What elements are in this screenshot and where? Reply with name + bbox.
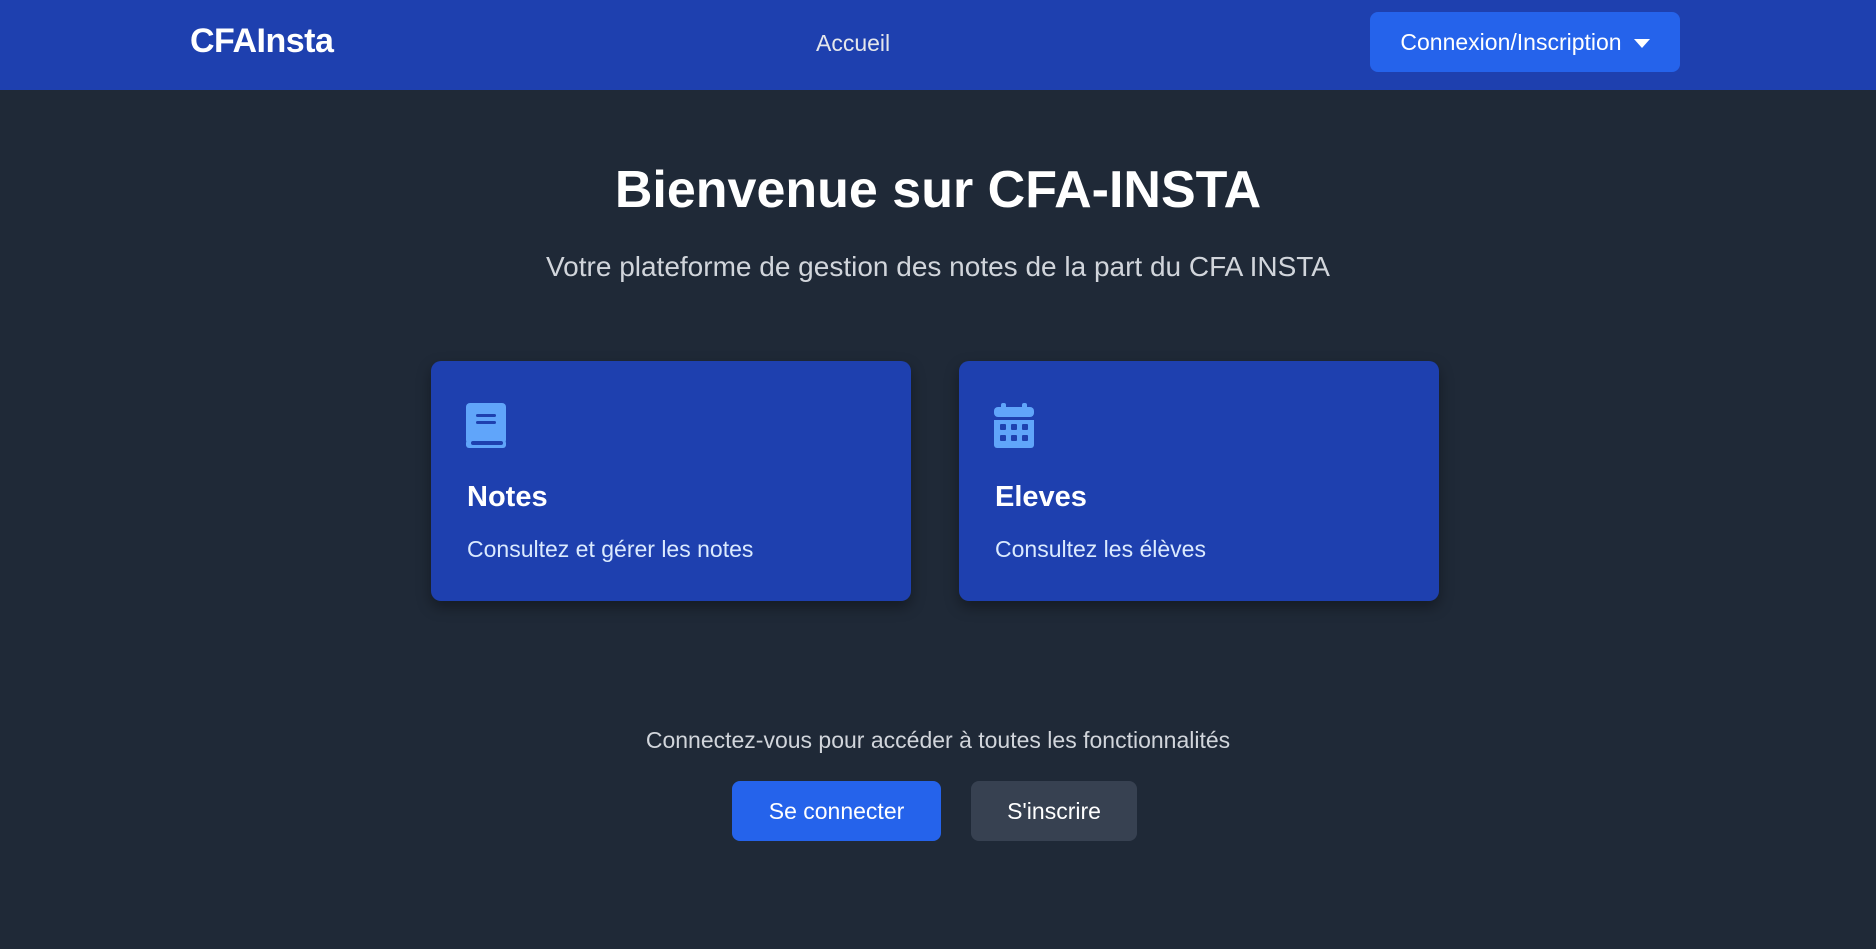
brand-logo[interactable]: CFAInsta	[190, 22, 334, 61]
auth-dropdown-label: Connexion/Inscription	[1400, 28, 1622, 55]
eleves-card-title: Eleves	[995, 481, 1087, 513]
notes-card-title: Notes	[467, 481, 548, 513]
calendar-icon	[994, 403, 1034, 448]
top-navbar: CFAInsta Accueil Connexion/Inscription	[0, 0, 1876, 90]
login-button[interactable]: Se connecter	[732, 781, 941, 841]
auth-dropdown-button[interactable]: Connexion/Inscription	[1370, 12, 1680, 72]
login-prompt-text: Connectez-vous pour accéder à toutes les…	[645, 727, 1231, 753]
register-button[interactable]: S'inscrire	[971, 781, 1137, 841]
notes-card[interactable]: Notes Consultez et gérer les notes	[431, 361, 911, 601]
caret-down-icon	[1633, 38, 1650, 48]
nav-link-accueil[interactable]: Accueil	[816, 30, 890, 57]
book-icon	[466, 403, 506, 448]
eleves-card[interactable]: Eleves Consultez les élèves	[959, 361, 1439, 601]
eleves-card-description: Consultez les élèves	[995, 536, 1206, 562]
notes-card-description: Consultez et gérer les notes	[467, 536, 754, 562]
page-title: Bienvenue sur CFA-INSTA	[614, 161, 1262, 219]
page-subtitle: Votre plateforme de gestion des notes de…	[546, 251, 1330, 282]
